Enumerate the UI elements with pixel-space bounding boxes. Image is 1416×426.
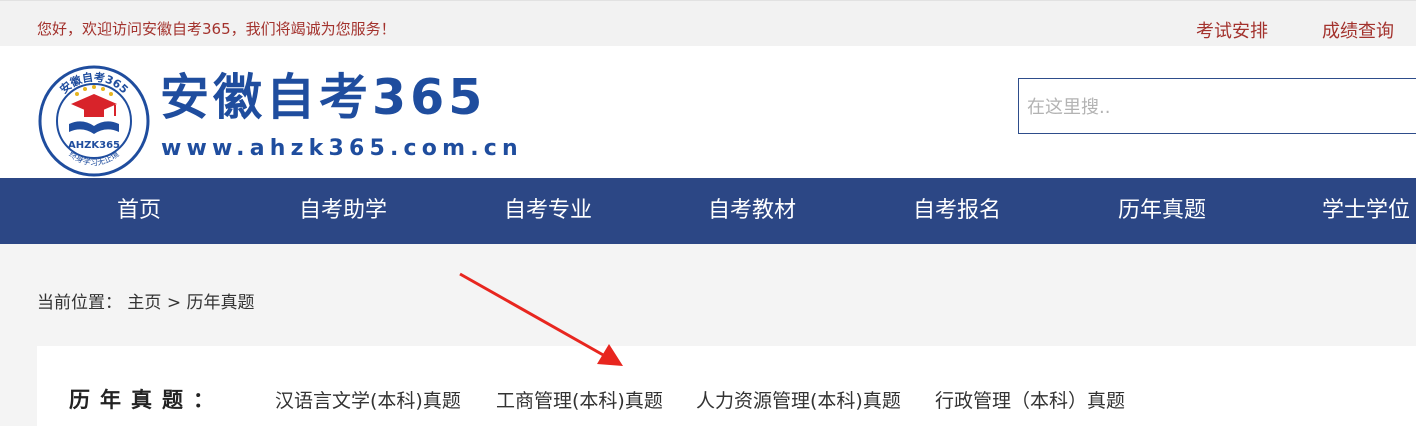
top-bar: 您好，欢迎访问安徽自考365，我们将竭诚为您服务！ 考试安排 成绩查询 (0, 0, 1416, 47)
chinese-literature-exam-link[interactable]: 汉语言文学(本科)真题 (275, 386, 461, 413)
nav-item-bachelor-degree[interactable]: 学士学位 (1322, 178, 1410, 244)
annotation-arrow-icon (459, 272, 623, 366)
site-url: www.ahzk365.com.cn (161, 136, 523, 161)
search-input[interactable] (1025, 79, 1409, 135)
nav-item-study-support[interactable]: 自考助学 (299, 178, 387, 244)
score-query-link[interactable]: 成绩查询 (1322, 17, 1394, 43)
site-header: 安徽自考365 终身学习无止境 AHZK365 安徽自考365 www.ahzk… (0, 46, 1416, 178)
breadcrumb: 当前位置： 主页 > 历年真题 (37, 288, 254, 313)
breadcrumb-separator: > (166, 293, 182, 313)
panel-label: 历年真题： (69, 388, 224, 412)
main-nav: 首页 自考助学 自考专业 自考教材 自考报名 历年真题 学士学位 (0, 178, 1416, 244)
past-exams-panel: 历年真题： 汉语言文学(本科)真题 工商管理(本科)真题 人力资源管理(本科)真… (37, 346, 1416, 426)
breadcrumb-current: 历年真题 (186, 293, 255, 313)
breadcrumb-home[interactable]: 主页 (127, 293, 161, 313)
nav-item-past-exams[interactable]: 历年真题 (1118, 178, 1206, 244)
breadcrumb-prefix: 当前位置： (37, 293, 122, 313)
business-admin-exam-link[interactable]: 工商管理(本科)真题 (496, 386, 663, 413)
nav-item-majors[interactable]: 自考专业 (504, 178, 592, 244)
nav-item-registration[interactable]: 自考报名 (913, 178, 1001, 244)
welcome-message: 您好，欢迎访问安徽自考365，我们将竭诚为您服务！ (37, 20, 396, 38)
hr-management-exam-link[interactable]: 人力资源管理(本科)真题 (696, 386, 901, 413)
emblem-text: AHZK365 (68, 140, 120, 151)
site-logo-emblem[interactable]: 安徽自考365 终身学习无止境 AHZK365 (37, 64, 151, 178)
public-admin-exam-link[interactable]: 行政管理（本科）真题 (935, 386, 1125, 413)
search-box (1018, 78, 1416, 135)
site-title[interactable]: 安徽自考365 (160, 70, 486, 126)
nav-item-textbooks[interactable]: 自考教材 (708, 178, 796, 244)
nav-item-home[interactable]: 首页 (117, 178, 161, 244)
exam-schedule-link[interactable]: 考试安排 (1196, 17, 1268, 43)
